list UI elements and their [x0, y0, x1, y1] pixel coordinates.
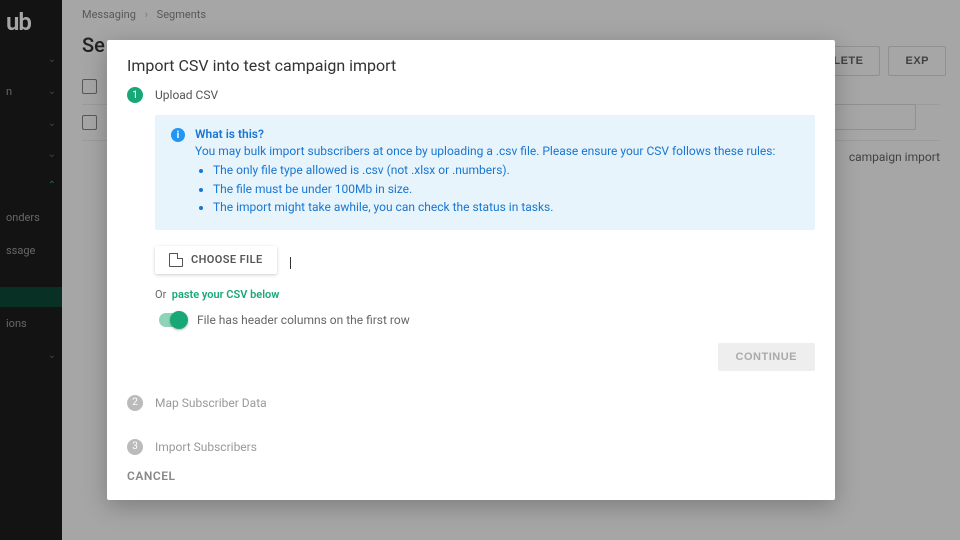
step-3-header: 3 Import Subscribers — [127, 439, 815, 455]
step-label: Map Subscriber Data — [155, 396, 267, 410]
info-bullet: The file must be under 100Mb in size. — [213, 181, 775, 198]
app-root: ub ⌄ n⌄ ⌄ ⌄ ⌃ onders ssage ions ⌄ Messag… — [0, 0, 960, 540]
info-text: You may bulk import subscribers at once … — [195, 143, 775, 217]
text-caret — [290, 257, 291, 269]
step-number-badge: 3 — [127, 439, 143, 455]
or-row: Or paste your CSV below — [155, 288, 815, 301]
step-label: Upload CSV — [155, 88, 218, 102]
continue-button[interactable]: CONTINUE — [718, 343, 815, 371]
info-bullet-list: The only file type allowed is .csv (not … — [213, 162, 775, 216]
choose-file-label: CHOOSE FILE — [191, 253, 263, 266]
later-steps: 2 Map Subscriber Data 3 Import Subscribe… — [127, 395, 815, 455]
modal-title: Import CSV into test campaign import — [107, 40, 835, 87]
paste-csv-link[interactable]: paste your CSV below — [172, 288, 280, 301]
cancel-button[interactable]: CANCEL — [127, 469, 175, 483]
modal-footer: CANCEL — [107, 457, 835, 500]
modal-body: 1 Upload CSV i What is this? You may bul… — [107, 87, 835, 457]
info-icon: i — [171, 128, 185, 142]
step-number-badge: 2 — [127, 395, 143, 411]
step-1-content: i What is this? You may bulk import subs… — [155, 115, 815, 371]
info-content: What is this? You may bulk import subscr… — [195, 127, 775, 218]
info-bullet: The only file type allowed is .csv (not … — [213, 162, 775, 179]
or-text: Or — [155, 288, 166, 301]
info-bullet: The import might take awhile, you can ch… — [213, 199, 775, 216]
header-row-toggle[interactable] — [159, 313, 187, 327]
file-icon — [169, 253, 183, 267]
toggle-knob — [170, 311, 188, 329]
info-title: What is this? — [195, 127, 775, 141]
choose-file-button[interactable]: CHOOSE FILE — [155, 246, 277, 274]
info-intro: You may bulk import subscribers at once … — [195, 144, 775, 158]
import-csv-modal: Import CSV into test campaign import 1 U… — [107, 40, 835, 500]
choose-file-row: CHOOSE FILE — [155, 246, 815, 274]
info-box: i What is this? You may bulk import subs… — [155, 115, 815, 230]
toggle-label: File has header columns on the first row — [197, 313, 410, 327]
continue-row: CONTINUE — [155, 343, 815, 371]
step-label: Import Subscribers — [155, 440, 257, 454]
step-2-header: 2 Map Subscriber Data — [127, 395, 815, 411]
step-number-badge: 1 — [127, 87, 143, 103]
header-row-toggle-row: File has header columns on the first row — [159, 313, 815, 327]
step-1-header: 1 Upload CSV — [127, 87, 815, 103]
